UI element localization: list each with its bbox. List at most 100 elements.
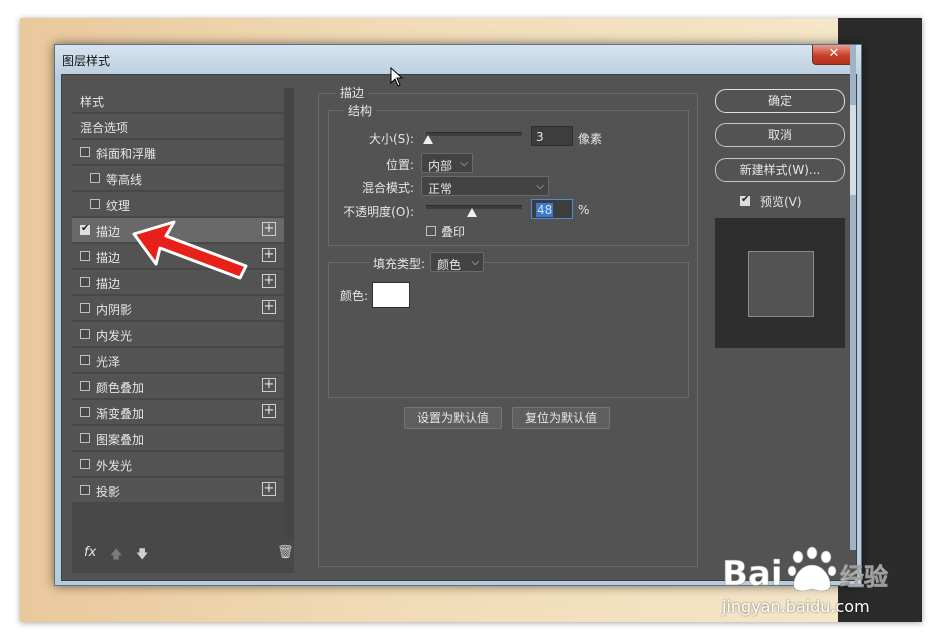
styles-list-item-label: 内发光	[96, 329, 133, 343]
opacity-input[interactable]: 48	[531, 199, 573, 219]
size-slider-track[interactable]	[426, 132, 522, 136]
stroke-panel-title: 描边	[336, 84, 369, 101]
styles-list-item[interactable]: 纹理	[72, 192, 284, 217]
new-style-button[interactable]: 新建样式(W)...	[715, 158, 845, 182]
styles-list-item-label: 混合选项	[80, 121, 129, 135]
cancel-button[interactable]: 取消	[715, 123, 845, 147]
color-swatch[interactable]	[372, 282, 410, 308]
style-checkbox[interactable]	[80, 329, 90, 339]
structure-title: 结构	[344, 102, 377, 119]
preview-label: 预览(V)	[760, 195, 802, 209]
style-checkbox[interactable]	[80, 407, 90, 417]
style-checkbox[interactable]	[80, 147, 90, 157]
watermark-url: jingyan.baidu.com	[722, 597, 870, 616]
trash-icon[interactable]: 🗑	[277, 545, 294, 560]
fill-type-label: 填充类型:	[369, 255, 430, 272]
styles-list-item-label: 斜面和浮雕	[96, 147, 157, 161]
opacity-unit: %	[578, 203, 590, 217]
styles-list-item[interactable]: 内阴影 +	[72, 296, 284, 321]
style-checkbox[interactable]	[80, 485, 90, 495]
add-effect-icon[interactable]: +	[262, 274, 276, 288]
position-label: 位置:	[385, 158, 414, 172]
add-effect-icon[interactable]: +	[262, 300, 276, 314]
styles-list-item-label: 描边	[96, 251, 121, 265]
styles-list-item[interactable]: 等高线	[72, 166, 284, 191]
window-scrollbar[interactable]	[850, 45, 856, 550]
styles-list-item[interactable]: 内发光	[72, 322, 284, 347]
style-checkbox[interactable]	[80, 303, 90, 313]
style-checkbox[interactable]	[80, 355, 90, 365]
dialog-title: 图层样式	[62, 54, 111, 68]
styles-list-item[interactable]: 颜色叠加 +	[72, 374, 284, 399]
blend-mode-dropdown[interactable]: 正常 ⌵	[421, 176, 549, 196]
move-down-icon[interactable]: 🡇	[136, 545, 148, 566]
styles-list-item[interactable]: 样式	[72, 88, 284, 113]
size-label: 大小(S):	[368, 132, 414, 146]
move-up-icon[interactable]: 🡅	[110, 545, 122, 566]
title-bar[interactable]: 图层样式 ✕	[55, 45, 861, 74]
styles-list-item[interactable]: 斜面和浮雕	[72, 140, 284, 165]
opacity-slider-thumb[interactable]	[467, 208, 478, 217]
styles-list-item[interactable]: 图案叠加	[72, 426, 284, 451]
fill-type-value: 颜色	[437, 258, 462, 272]
style-checkbox[interactable]	[80, 381, 90, 391]
styles-list-item-label: 外发光	[96, 459, 133, 473]
styles-list-item-label: 纹理	[106, 199, 131, 213]
styles-list-scrollbar[interactable]	[284, 88, 294, 538]
overprint-checkbox[interactable]	[426, 226, 436, 236]
position-value: 内部	[428, 159, 453, 173]
style-checkbox[interactable]	[80, 251, 90, 261]
add-effect-icon[interactable]: +	[262, 248, 276, 262]
styles-list-item-label: 描边	[96, 277, 121, 291]
chevron-down-icon: ⌵	[460, 158, 468, 169]
styles-list-item-label: 描边	[96, 225, 121, 239]
size-input[interactable]: 3	[531, 126, 573, 146]
annotation-arrow-icon	[132, 220, 248, 280]
ok-button[interactable]: 确定	[715, 89, 845, 113]
styles-list-item-label: 投影	[96, 485, 121, 499]
styles-list-item-label: 渐变叠加	[96, 407, 145, 421]
add-effect-icon[interactable]: +	[262, 222, 276, 236]
style-checkbox[interactable]	[80, 277, 90, 287]
size-slider-thumb[interactable]	[423, 135, 433, 144]
styles-list-item-label: 等高线	[106, 173, 143, 187]
add-effect-icon[interactable]: +	[262, 404, 276, 418]
styles-list-item[interactable]: 渐变叠加 +	[72, 400, 284, 425]
preview-checkbox[interactable]	[740, 194, 750, 206]
scrollbar-thumb[interactable]	[850, 105, 856, 195]
style-checkbox[interactable]	[80, 459, 90, 469]
style-checkbox[interactable]	[80, 223, 90, 235]
styles-list-item[interactable]: 混合选项	[72, 114, 284, 139]
chevron-down-icon: ⌵	[471, 257, 479, 268]
add-effect-icon[interactable]: +	[262, 482, 276, 496]
add-effect-icon[interactable]: +	[262, 378, 276, 392]
style-checkbox[interactable]	[80, 433, 90, 443]
watermark-jingyan: 经验	[840, 563, 888, 591]
styles-list-item-label: 颜色叠加	[96, 381, 145, 395]
set-default-button[interactable]: 设置为默认值	[404, 407, 502, 429]
baidu-watermark: Bai 经验 jingyan.baidu.com	[722, 543, 902, 616]
svg-text:Bai: Bai	[722, 554, 783, 594]
opacity-value: 48	[536, 203, 554, 217]
opacity-label: 不透明度(O):	[343, 205, 414, 219]
style-checkbox[interactable]	[90, 173, 100, 183]
blend-mode-label: 混合模式:	[361, 181, 414, 195]
size-value: 3	[536, 130, 544, 144]
baidu-paw-logo: Bai 经验	[722, 546, 888, 594]
style-checkbox[interactable]	[90, 199, 100, 209]
fx-button[interactable]: fx	[84, 545, 96, 560]
fill-type-dropdown[interactable]: 颜色 ⌵	[430, 252, 484, 272]
styles-list-item[interactable]: 投影 +	[72, 478, 284, 503]
position-dropdown[interactable]: 内部 ⌵	[421, 153, 473, 173]
reset-default-button[interactable]: 复位为默认值	[512, 407, 610, 429]
close-icon: ✕	[828, 46, 840, 61]
styles-list-item[interactable]: 光泽	[72, 348, 284, 373]
mouse-cursor-icon	[390, 67, 404, 87]
overprint-label: 叠印	[441, 225, 466, 239]
styles-list-item-label: 样式	[80, 95, 105, 109]
styles-list-item-label: 图案叠加	[96, 433, 145, 447]
styles-list: 样式混合选项斜面和浮雕等高线纹理描边+描边+描边+内阴影+内发光光泽颜色叠加+渐…	[72, 88, 294, 573]
chevron-down-icon: ⌵	[536, 181, 544, 192]
styles-list-item[interactable]: 外发光	[72, 452, 284, 477]
styles-list-item-label: 内阴影	[96, 303, 133, 317]
